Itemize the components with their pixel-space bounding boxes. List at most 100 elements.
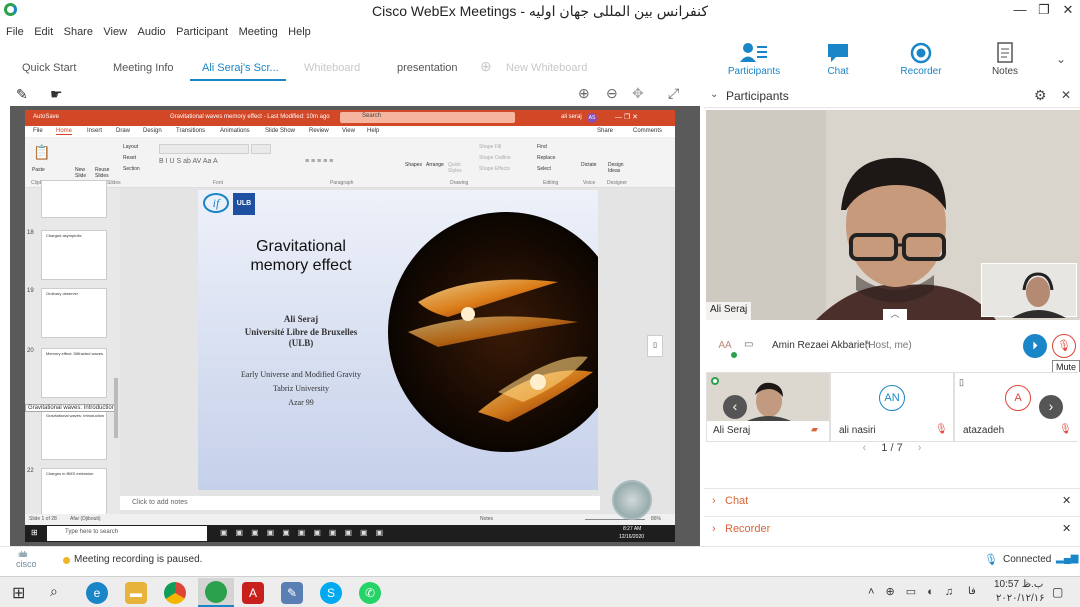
remote-app-icons[interactable]: ▣▣▣▣▣▣▣▣▣▣▣ [220, 528, 391, 537]
ppt-dictate-label[interactable]: Dictate [581, 162, 597, 168]
ppt-menu-slideshow[interactable]: Slide Show [265, 128, 295, 134]
taskbar-search-icon[interactable]: ⌕ [50, 583, 58, 600]
chat-button[interactable]: Chat [803, 42, 873, 77]
pager-next-icon[interactable]: › [918, 442, 922, 454]
toolbar-expand-chevron-icon[interactable]: ⌄ [1056, 52, 1066, 66]
prev-page-button[interactable]: ‹ [723, 395, 747, 419]
menu-view[interactable]: View [103, 26, 127, 38]
ppt-user-avatar[interactable]: AS [587, 113, 597, 123]
restore-button[interactable]: ❐ [1032, 2, 1056, 18]
slide-thumbnail[interactable]: Charged asymptotic [41, 230, 107, 280]
ppt-quick-styles-label[interactable]: Quick Styles [448, 162, 466, 174]
ppt-shape-effects-label[interactable]: Shape Effects [479, 166, 510, 172]
chat-section[interactable]: › Chat ✕ [704, 488, 1080, 514]
ppt-menu-home[interactable]: Home [56, 128, 73, 135]
participant-tile[interactable]: ▯ A atazadeh 🎙 › [954, 372, 1078, 442]
presenter-thumbnail-circle[interactable] [612, 480, 652, 520]
webex-taskbar-button[interactable] [198, 578, 234, 607]
ppt-side-panel-button[interactable]: ▯ [647, 335, 663, 357]
notes-button[interactable]: Notes [970, 42, 1040, 77]
ppt-new-slide-label[interactable]: New Slide [75, 167, 91, 179]
host-participant-row[interactable]: AA ▭ Amin Rezaei Akbarieh (Host, me) ⏵ 🎙… [704, 322, 1080, 374]
tab-shared-screen[interactable]: Ali Seraj's Scr... [202, 62, 279, 74]
remote-search-box[interactable]: Type here to search [47, 526, 207, 541]
ppt-notes-toggle[interactable]: Notes [480, 516, 493, 522]
ppt-window-controls[interactable]: — ❐ ✕ [615, 113, 638, 121]
remote-start-icon[interactable]: ⊞ [31, 528, 38, 537]
ppt-notes-pane[interactable]: Click to add notes [120, 496, 600, 510]
chrome-icon[interactable] [164, 582, 186, 604]
add-tab-icon[interactable]: ⊕ [480, 58, 492, 75]
pan-icon[interactable]: ✥ [632, 85, 644, 102]
ppt-menu-design[interactable]: Design [143, 128, 162, 134]
recorder-expand-chevron-icon[interactable]: › [712, 523, 716, 535]
collapse-chevron-icon[interactable]: ⌄ [710, 89, 718, 100]
keyboard-language[interactable]: فا [968, 586, 976, 597]
menu-participant[interactable]: Participant [176, 26, 228, 38]
participants-panel-header[interactable]: ⌄ Participants ⚙ ✕ [704, 84, 1080, 108]
slide-thumbnail[interactable] [41, 180, 107, 218]
video-collapse-chevron-icon[interactable]: ︿ [883, 309, 907, 320]
ppt-paste-icon[interactable]: 📋 [33, 144, 50, 161]
ppt-menu-review[interactable]: Review [309, 128, 329, 134]
tab-meeting-info[interactable]: Meeting Info [113, 62, 174, 74]
skype-icon[interactable]: S [320, 582, 342, 604]
ppt-font-format-buttons[interactable]: B I U S ab AV Aa A [159, 158, 218, 165]
ppt-comments-button[interactable]: Comments [633, 128, 662, 134]
zoom-out-icon[interactable]: ⊖ [606, 85, 618, 102]
ppt-replace-label[interactable]: Replace [537, 155, 555, 161]
notification-icon[interactable]: ▢ [1052, 585, 1063, 599]
tab-quick-start[interactable]: Quick Start [22, 62, 76, 74]
mute-button[interactable]: 🎙 [1052, 334, 1076, 358]
tab-new-whiteboard[interactable]: New Whiteboard [506, 62, 587, 74]
self-view-video[interactable] [981, 263, 1077, 318]
menu-audio[interactable]: Audio [138, 26, 166, 38]
ppt-font-size-field[interactable] [251, 144, 271, 154]
ppt-menu-view[interactable]: View [342, 128, 355, 134]
recorder-section[interactable]: › Recorder ✕ [704, 516, 1080, 542]
ppt-share-button[interactable]: Share [597, 128, 613, 134]
ppt-shape-outline-label[interactable]: Shape Outline [479, 155, 511, 161]
ppt-arrange-label[interactable]: Arrange [426, 162, 444, 168]
slide-thumbnail[interactable]: Gravitational waves: Introduction [41, 410, 107, 460]
ppt-section-label[interactable]: Section [123, 166, 140, 172]
file-explorer-icon[interactable]: ▬ [125, 582, 147, 604]
ppt-paragraph-buttons[interactable]: ≡ ≡ ≡ ≡ ≡ [305, 158, 333, 165]
ppt-reuse-slides-label[interactable]: Reuse Slides [95, 167, 113, 179]
ppt-search-box[interactable]: Search [340, 112, 515, 123]
ppt-menu-help[interactable]: Help [367, 128, 379, 134]
tab-presentation[interactable]: presentation [397, 62, 458, 74]
menu-share[interactable]: Share [64, 26, 93, 38]
ppt-menu-insert[interactable]: Insert [87, 128, 102, 134]
menu-edit[interactable]: Edit [34, 26, 53, 38]
pointer-icon[interactable]: ☛ [50, 86, 63, 103]
gear-icon[interactable]: ⚙ [1034, 87, 1047, 104]
menu-meeting[interactable]: Meeting [239, 26, 278, 38]
notepad-icon[interactable]: ✎ [281, 582, 303, 604]
taskbar-clock[interactable]: 10:57 ب.ظ [994, 579, 1043, 590]
ppt-autosave[interactable]: AutoSave [33, 114, 59, 120]
pen-icon[interactable]: ✎ [16, 86, 28, 103]
ppt-font-name-field[interactable] [159, 144, 249, 154]
close-chat-icon[interactable]: ✕ [1062, 494, 1071, 507]
ppt-layout-label[interactable]: Layout [123, 144, 138, 150]
next-page-button[interactable]: › [1039, 395, 1063, 419]
taskbar-date[interactable]: ۲۰۲۰/۱۲/۱۶ [996, 593, 1045, 604]
ppt-menu-transitions[interactable]: Transitions [176, 128, 205, 134]
ppt-shape-fill-label[interactable]: Shape Fill [479, 144, 501, 150]
tab-whiteboard[interactable]: Whiteboard [304, 62, 360, 74]
current-slide[interactable]: if ULB Gravitational memory effect Ali S… [198, 190, 598, 490]
ppt-select-label[interactable]: Select [537, 166, 551, 172]
ppt-shapes-label[interactable]: Shapes [405, 162, 422, 168]
menu-help[interactable]: Help [288, 26, 311, 38]
thumb-scrollbar[interactable] [114, 378, 118, 438]
ppt-find-label[interactable]: Find [537, 144, 547, 150]
ppt-menu-draw[interactable]: Draw [116, 128, 130, 134]
participant-tile[interactable]: ‹ Ali Seraj ▰ [706, 372, 830, 442]
close-window-button[interactable]: ✕ [1056, 2, 1080, 18]
recorder-button[interactable]: Recorder [886, 42, 956, 77]
menu-file[interactable]: File [6, 26, 24, 38]
close-recorder-icon[interactable]: ✕ [1062, 522, 1071, 535]
chat-expand-chevron-icon[interactable]: › [712, 495, 716, 507]
ppt-design-ideas-label[interactable]: Design Ideas [608, 162, 628, 174]
